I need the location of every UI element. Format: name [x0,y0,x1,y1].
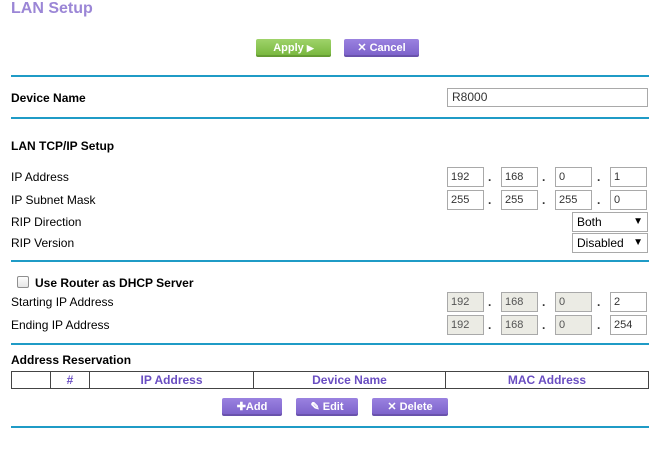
divider [11,75,649,77]
reservation-title: Address Reservation [11,353,132,367]
mask-octet-4[interactable]: 0 [610,190,647,210]
device-name-input[interactable]: R8000 [447,88,648,107]
end-octet-2[interactable]: 168 [501,315,538,335]
delete-label: Delete [399,401,433,413]
apply-button[interactable]: Apply ▶ [256,39,331,57]
lan-section-title: LAN TCP/IP Setup [11,139,115,153]
dropdown-arrow-icon: ▼ [633,237,643,248]
starting-ip-label: Starting IP Address [11,295,114,309]
column-header-select [11,371,51,389]
pencil-icon: ✎ [310,401,320,413]
divider [11,426,649,428]
rip-direction-label: RIP Direction [11,215,82,229]
column-header-mac: MAC Address [445,371,649,389]
close-icon: ✕ [357,42,367,54]
play-icon: ▶ [306,43,314,53]
rip-direction-value: Both [577,215,602,229]
cancel-button[interactable]: ✕ Cancel [344,39,419,57]
dot: . [542,295,546,309]
dot: . [597,318,601,332]
subnet-mask-label: IP Subnet Mask [11,193,96,207]
start-octet-2[interactable]: 168 [501,292,538,312]
dot: . [597,295,601,309]
ip-octet-3[interactable]: 0 [555,167,592,187]
cancel-label: Cancel [369,42,406,54]
ending-ip-label: Ending IP Address [11,318,110,332]
divider [11,260,649,262]
rip-version-value: Disabled [577,236,624,250]
ip-octet-1[interactable]: 192 [447,167,484,187]
divider [11,117,649,119]
device-name-label: Device Name [11,91,86,105]
edit-button[interactable]: ✎ Edit [296,398,358,416]
rip-direction-select[interactable]: Both ▼ [572,212,648,232]
mask-octet-2[interactable]: 255 [501,190,538,210]
page-title: LAN Setup [11,0,93,17]
plus-icon: ✚ [236,401,246,413]
add-label: Add [245,401,268,413]
start-octet-3[interactable]: 0 [555,292,592,312]
dot: . [542,193,546,207]
delete-button[interactable]: ✕ Delete [372,398,448,416]
dot: . [597,193,601,207]
dropdown-arrow-icon: ▼ [633,216,643,227]
mask-octet-3[interactable]: 255 [555,190,592,210]
dhcp-checkbox-label: Use Router as DHCP Server [35,276,194,290]
dhcp-checkbox[interactable] [17,276,29,288]
start-octet-1[interactable]: 192 [447,292,484,312]
close-icon: ✕ [387,401,397,413]
ip-octet-4[interactable]: 1 [610,167,647,187]
start-octet-4[interactable]: 2 [610,292,647,312]
edit-label: Edit [322,401,344,413]
dot: . [597,170,601,184]
end-octet-4[interactable]: 254 [610,315,647,335]
dot: . [488,193,492,207]
divider [11,343,649,345]
table-header-row: # IP Address Device Name MAC Address [11,371,649,389]
add-button[interactable]: ✚Add [222,398,282,416]
end-octet-3[interactable]: 0 [555,315,592,335]
dot: . [488,170,492,184]
dot: . [542,318,546,332]
apply-label: Apply [273,42,304,54]
rip-version-select[interactable]: Disabled ▼ [572,233,648,253]
dot: . [542,170,546,184]
column-header-ip: IP Address [89,371,254,389]
rip-version-label: RIP Version [11,236,75,250]
ip-address-label: IP Address [11,170,69,184]
reservation-table: # IP Address Device Name MAC Address [11,371,649,389]
ip-octet-2[interactable]: 168 [501,167,538,187]
dot: . [488,295,492,309]
end-octet-1[interactable]: 192 [447,315,484,335]
column-header-device-name: Device Name [253,371,446,389]
dot: . [488,318,492,332]
mask-octet-1[interactable]: 255 [447,190,484,210]
column-header-number: # [50,371,90,389]
